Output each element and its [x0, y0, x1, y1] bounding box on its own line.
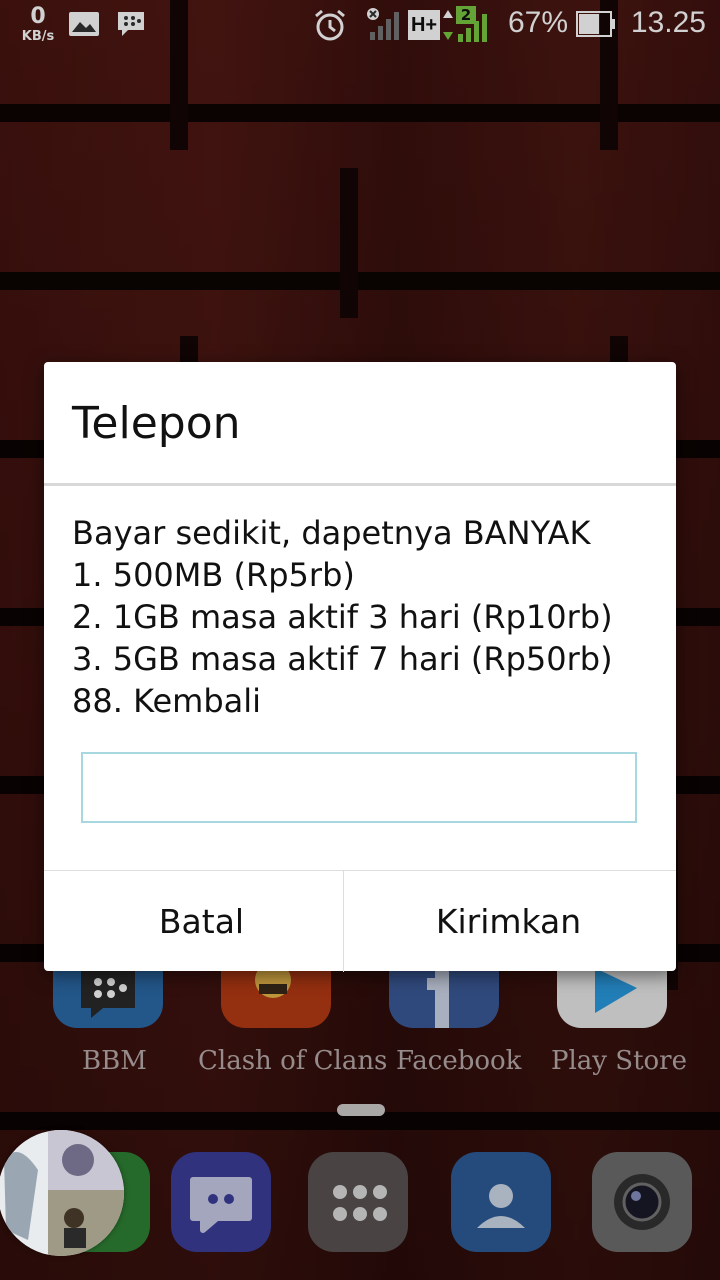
- dialog-title-divider: [44, 483, 676, 486]
- send-button[interactable]: Kirimkan: [351, 871, 666, 972]
- button-separator: [343, 871, 344, 972]
- send-button-label: Kirimkan: [435, 902, 582, 941]
- cancel-button[interactable]: Batal: [44, 871, 359, 972]
- dialog-message-line: Bayar sedikit, dapetnya BANYAK: [72, 514, 591, 552]
- ussd-dialog: Telepon Bayar sedikit, dapetnya BANYAK 1…: [44, 362, 676, 972]
- dialog-message: Bayar sedikit, dapetnya BANYAK 1. 500MB …: [72, 512, 662, 722]
- dialog-message-line: 3. 5GB masa aktif 7 hari (Rp50rb): [72, 640, 613, 678]
- dialog-message-line: 1. 500MB (Rp5rb): [72, 556, 355, 594]
- cancel-button-label: Batal: [158, 902, 245, 941]
- chat-bubble-avatar-icon: [0, 1130, 124, 1256]
- ussd-reply-input[interactable]: [81, 752, 637, 823]
- floating-chat-bubble[interactable]: [0, 1130, 124, 1256]
- dialog-button-row: Batal Kirimkan: [44, 870, 676, 972]
- dialog-message-line: 88. Kembali: [72, 682, 262, 720]
- dialog-message-line: 2. 1GB masa aktif 3 hari (Rp10rb): [72, 598, 613, 636]
- dialog-title: Telepon: [72, 398, 241, 449]
